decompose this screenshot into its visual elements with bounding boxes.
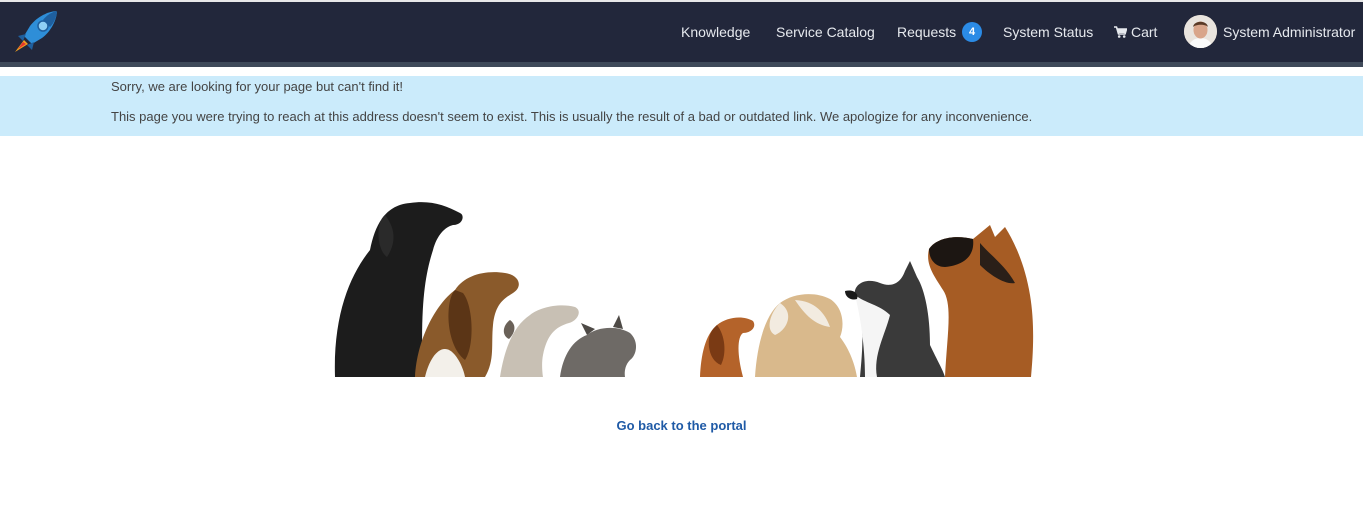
nav-system-status[interactable]: System Status: [1003, 2, 1093, 62]
nav-knowledge-label: Knowledge: [681, 24, 751, 40]
nav-requests-label: Requests: [897, 24, 957, 40]
user-name: System Administrator: [1223, 24, 1356, 40]
alert-title: Sorry, we are looking for your page but …: [111, 79, 404, 94]
nav-requests[interactable]: Requests 4: [897, 2, 983, 62]
navbar-stripe: [0, 62, 1363, 67]
rocket-logo[interactable]: [10, 8, 62, 58]
requests-count-badge: 4: [962, 22, 983, 43]
user-menu[interactable]: System Administrator: [1223, 2, 1355, 62]
nav-cart-label: Cart: [1131, 24, 1158, 40]
avatar[interactable]: [1184, 15, 1217, 48]
nav-cart[interactable]: Cart: [1114, 2, 1157, 62]
nav-system-status-label: System Status: [1003, 24, 1094, 40]
dogs-looking-up-image: [334, 202, 1034, 377]
nav-service-catalog-label: Service Catalog: [776, 24, 875, 40]
user-avatar-image: [1184, 15, 1217, 48]
not-found-alert: Sorry, we are looking for your page but …: [0, 76, 1363, 136]
cart-icon: [1114, 26, 1127, 39]
nav-service-catalog[interactable]: Service Catalog: [776, 2, 875, 62]
go-back-to-portal-link[interactable]: Go back to the portal: [0, 418, 1363, 433]
nav-knowledge[interactable]: Knowledge: [681, 2, 750, 62]
alert-message: This page you were trying to reach at th…: [111, 109, 1033, 124]
